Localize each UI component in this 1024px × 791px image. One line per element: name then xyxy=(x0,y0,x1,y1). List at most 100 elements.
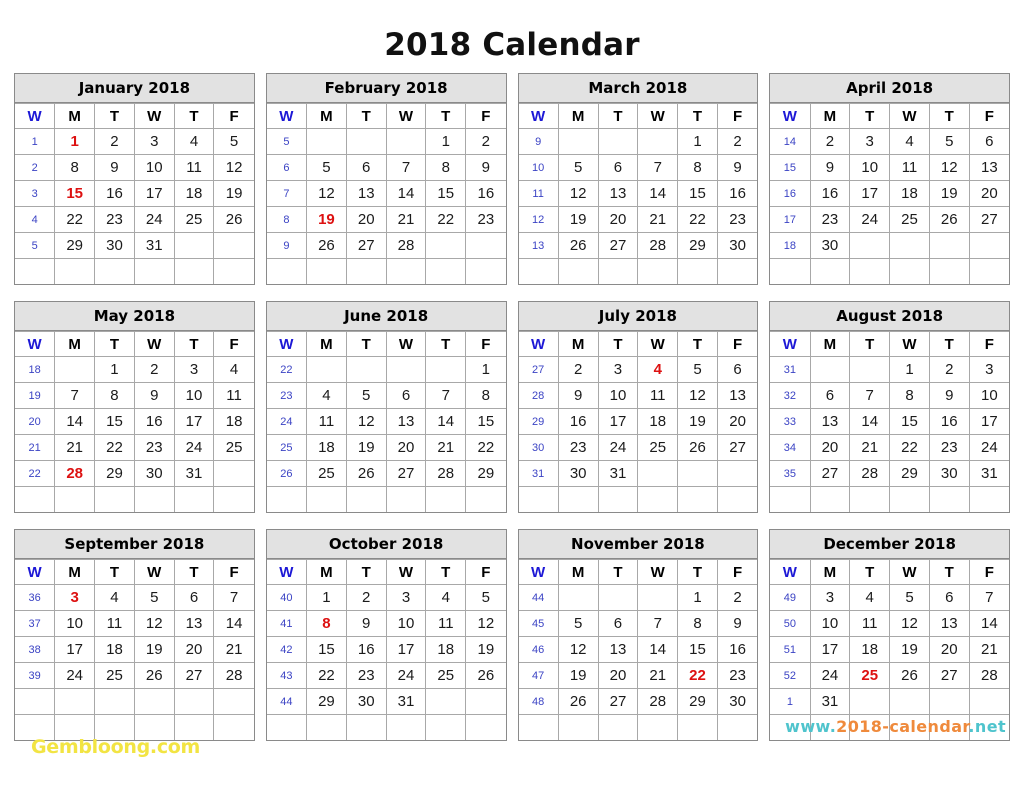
day-cell[interactable]: 9 xyxy=(345,610,387,637)
day-cell[interactable]: 6 xyxy=(173,584,215,611)
day-cell[interactable]: 10 xyxy=(133,154,175,181)
day-cell[interactable]: 8 xyxy=(677,610,718,637)
day-cell[interactable]: 11 xyxy=(425,610,467,637)
day-cell[interactable]: 17 xyxy=(809,636,851,663)
day-cell[interactable]: 22 xyxy=(54,206,96,233)
day-cell[interactable]: 17 xyxy=(54,636,96,663)
day-cell[interactable]: 13 xyxy=(173,610,215,637)
day-cell[interactable]: 31 xyxy=(173,460,215,487)
day-cell[interactable]: 4 xyxy=(173,128,215,155)
day-cell[interactable]: 13 xyxy=(597,636,639,663)
day-cell[interactable]: 11 xyxy=(889,154,930,181)
day-cell[interactable]: 19 xyxy=(133,636,175,663)
day-cell[interactable]: 16 xyxy=(557,408,599,435)
day-cell[interactable]: 15 xyxy=(677,180,718,207)
day-cell[interactable]: 13 xyxy=(385,408,427,435)
day-cell[interactable]: 3 xyxy=(809,584,851,611)
day-cell[interactable]: 29 xyxy=(677,232,718,259)
day-cell[interactable]: 19 xyxy=(557,206,599,233)
day-cell[interactable]: 3 xyxy=(173,356,215,383)
day-cell[interactable]: 29 xyxy=(94,460,135,487)
day-cell[interactable]: 7 xyxy=(968,584,1009,611)
day-cell[interactable]: 9 xyxy=(94,154,135,181)
day-cell[interactable]: 20 xyxy=(928,636,970,663)
day-cell[interactable]: 29 xyxy=(465,460,506,487)
day-cell[interactable]: 25 xyxy=(173,206,215,233)
day-cell[interactable]: 24 xyxy=(173,434,215,461)
day-cell[interactable]: 6 xyxy=(385,382,427,409)
day-cell[interactable]: 23 xyxy=(716,206,758,233)
day-cell[interactable]: 7 xyxy=(213,584,254,611)
day-cell[interactable]: 24 xyxy=(385,662,427,689)
day-cell[interactable]: 20 xyxy=(968,180,1009,207)
day-cell[interactable]: 16 xyxy=(716,180,758,207)
day-cell[interactable]: 26 xyxy=(677,434,718,461)
day-cell[interactable]: 28 xyxy=(849,460,891,487)
day-cell[interactable]: 27 xyxy=(173,662,215,689)
day-cell[interactable]: 2 xyxy=(809,128,851,155)
day-cell[interactable]: 23 xyxy=(928,434,970,461)
day-cell[interactable]: 25 xyxy=(425,662,467,689)
day-cell[interactable]: 7 xyxy=(637,154,679,181)
day-cell[interactable]: 24 xyxy=(849,206,891,233)
day-cell[interactable]: 13 xyxy=(716,382,758,409)
day-cell[interactable]: 13 xyxy=(345,180,387,207)
day-cell[interactable]: 5 xyxy=(345,382,387,409)
day-cell[interactable]: 31 xyxy=(133,232,175,259)
day-cell[interactable]: 12 xyxy=(889,610,930,637)
day-cell[interactable]: 11 xyxy=(213,382,254,409)
day-cell[interactable]: 12 xyxy=(133,610,175,637)
day-cell[interactable]: 26 xyxy=(306,232,347,259)
day-cell[interactable]: 27 xyxy=(597,232,639,259)
day-cell[interactable]: 4 xyxy=(849,584,891,611)
day-cell[interactable]: 5 xyxy=(557,610,599,637)
day-cell[interactable]: 8 xyxy=(465,382,506,409)
day-cell[interactable]: 19 xyxy=(557,662,599,689)
day-cell[interactable]: 26 xyxy=(345,460,387,487)
day-cell[interactable]: 30 xyxy=(94,232,135,259)
day-cell[interactable]: 7 xyxy=(849,382,891,409)
day-cell[interactable]: 27 xyxy=(345,232,387,259)
day-cell[interactable]: 4 xyxy=(94,584,135,611)
day-cell[interactable]: 30 xyxy=(809,232,851,259)
day-cell[interactable]: 19 xyxy=(677,408,718,435)
day-cell[interactable]: 10 xyxy=(597,382,639,409)
day-cell[interactable]: 18 xyxy=(306,434,347,461)
day-cell[interactable]: 20 xyxy=(597,662,639,689)
day-cell[interactable]: 10 xyxy=(173,382,215,409)
day-cell[interactable]: 6 xyxy=(597,610,639,637)
day-cell[interactable]: 22 xyxy=(425,206,467,233)
day-cell[interactable]: 30 xyxy=(716,232,758,259)
day-cell[interactable]: 24 xyxy=(54,662,96,689)
day-cell[interactable]: 23 xyxy=(94,206,135,233)
day-cell[interactable]: 21 xyxy=(849,434,891,461)
day-cell[interactable]: 21 xyxy=(637,662,679,689)
day-cell-holiday[interactable]: 8 xyxy=(306,610,347,637)
day-cell[interactable]: 1 xyxy=(306,584,347,611)
day-cell[interactable]: 23 xyxy=(716,662,758,689)
day-cell[interactable]: 18 xyxy=(889,180,930,207)
day-cell[interactable]: 16 xyxy=(809,180,851,207)
day-cell[interactable]: 1 xyxy=(677,128,718,155)
day-cell[interactable]: 2 xyxy=(928,356,970,383)
day-cell[interactable]: 2 xyxy=(716,584,758,611)
day-cell[interactable]: 10 xyxy=(54,610,96,637)
day-cell[interactable]: 7 xyxy=(385,154,427,181)
day-cell-holiday[interactable]: 3 xyxy=(54,584,96,611)
day-cell[interactable]: 11 xyxy=(173,154,215,181)
day-cell[interactable]: 20 xyxy=(716,408,758,435)
day-cell[interactable]: 22 xyxy=(306,662,347,689)
day-cell[interactable]: 1 xyxy=(94,356,135,383)
day-cell[interactable]: 2 xyxy=(345,584,387,611)
day-cell[interactable]: 6 xyxy=(809,382,851,409)
day-cell[interactable]: 10 xyxy=(809,610,851,637)
day-cell[interactable]: 1 xyxy=(425,128,467,155)
day-cell[interactable]: 5 xyxy=(133,584,175,611)
day-cell[interactable]: 9 xyxy=(809,154,851,181)
day-cell[interactable]: 11 xyxy=(637,382,679,409)
day-cell[interactable]: 13 xyxy=(809,408,851,435)
day-cell[interactable]: 22 xyxy=(889,434,930,461)
day-cell[interactable]: 8 xyxy=(677,154,718,181)
day-cell[interactable]: 12 xyxy=(557,180,599,207)
day-cell[interactable]: 22 xyxy=(677,206,718,233)
